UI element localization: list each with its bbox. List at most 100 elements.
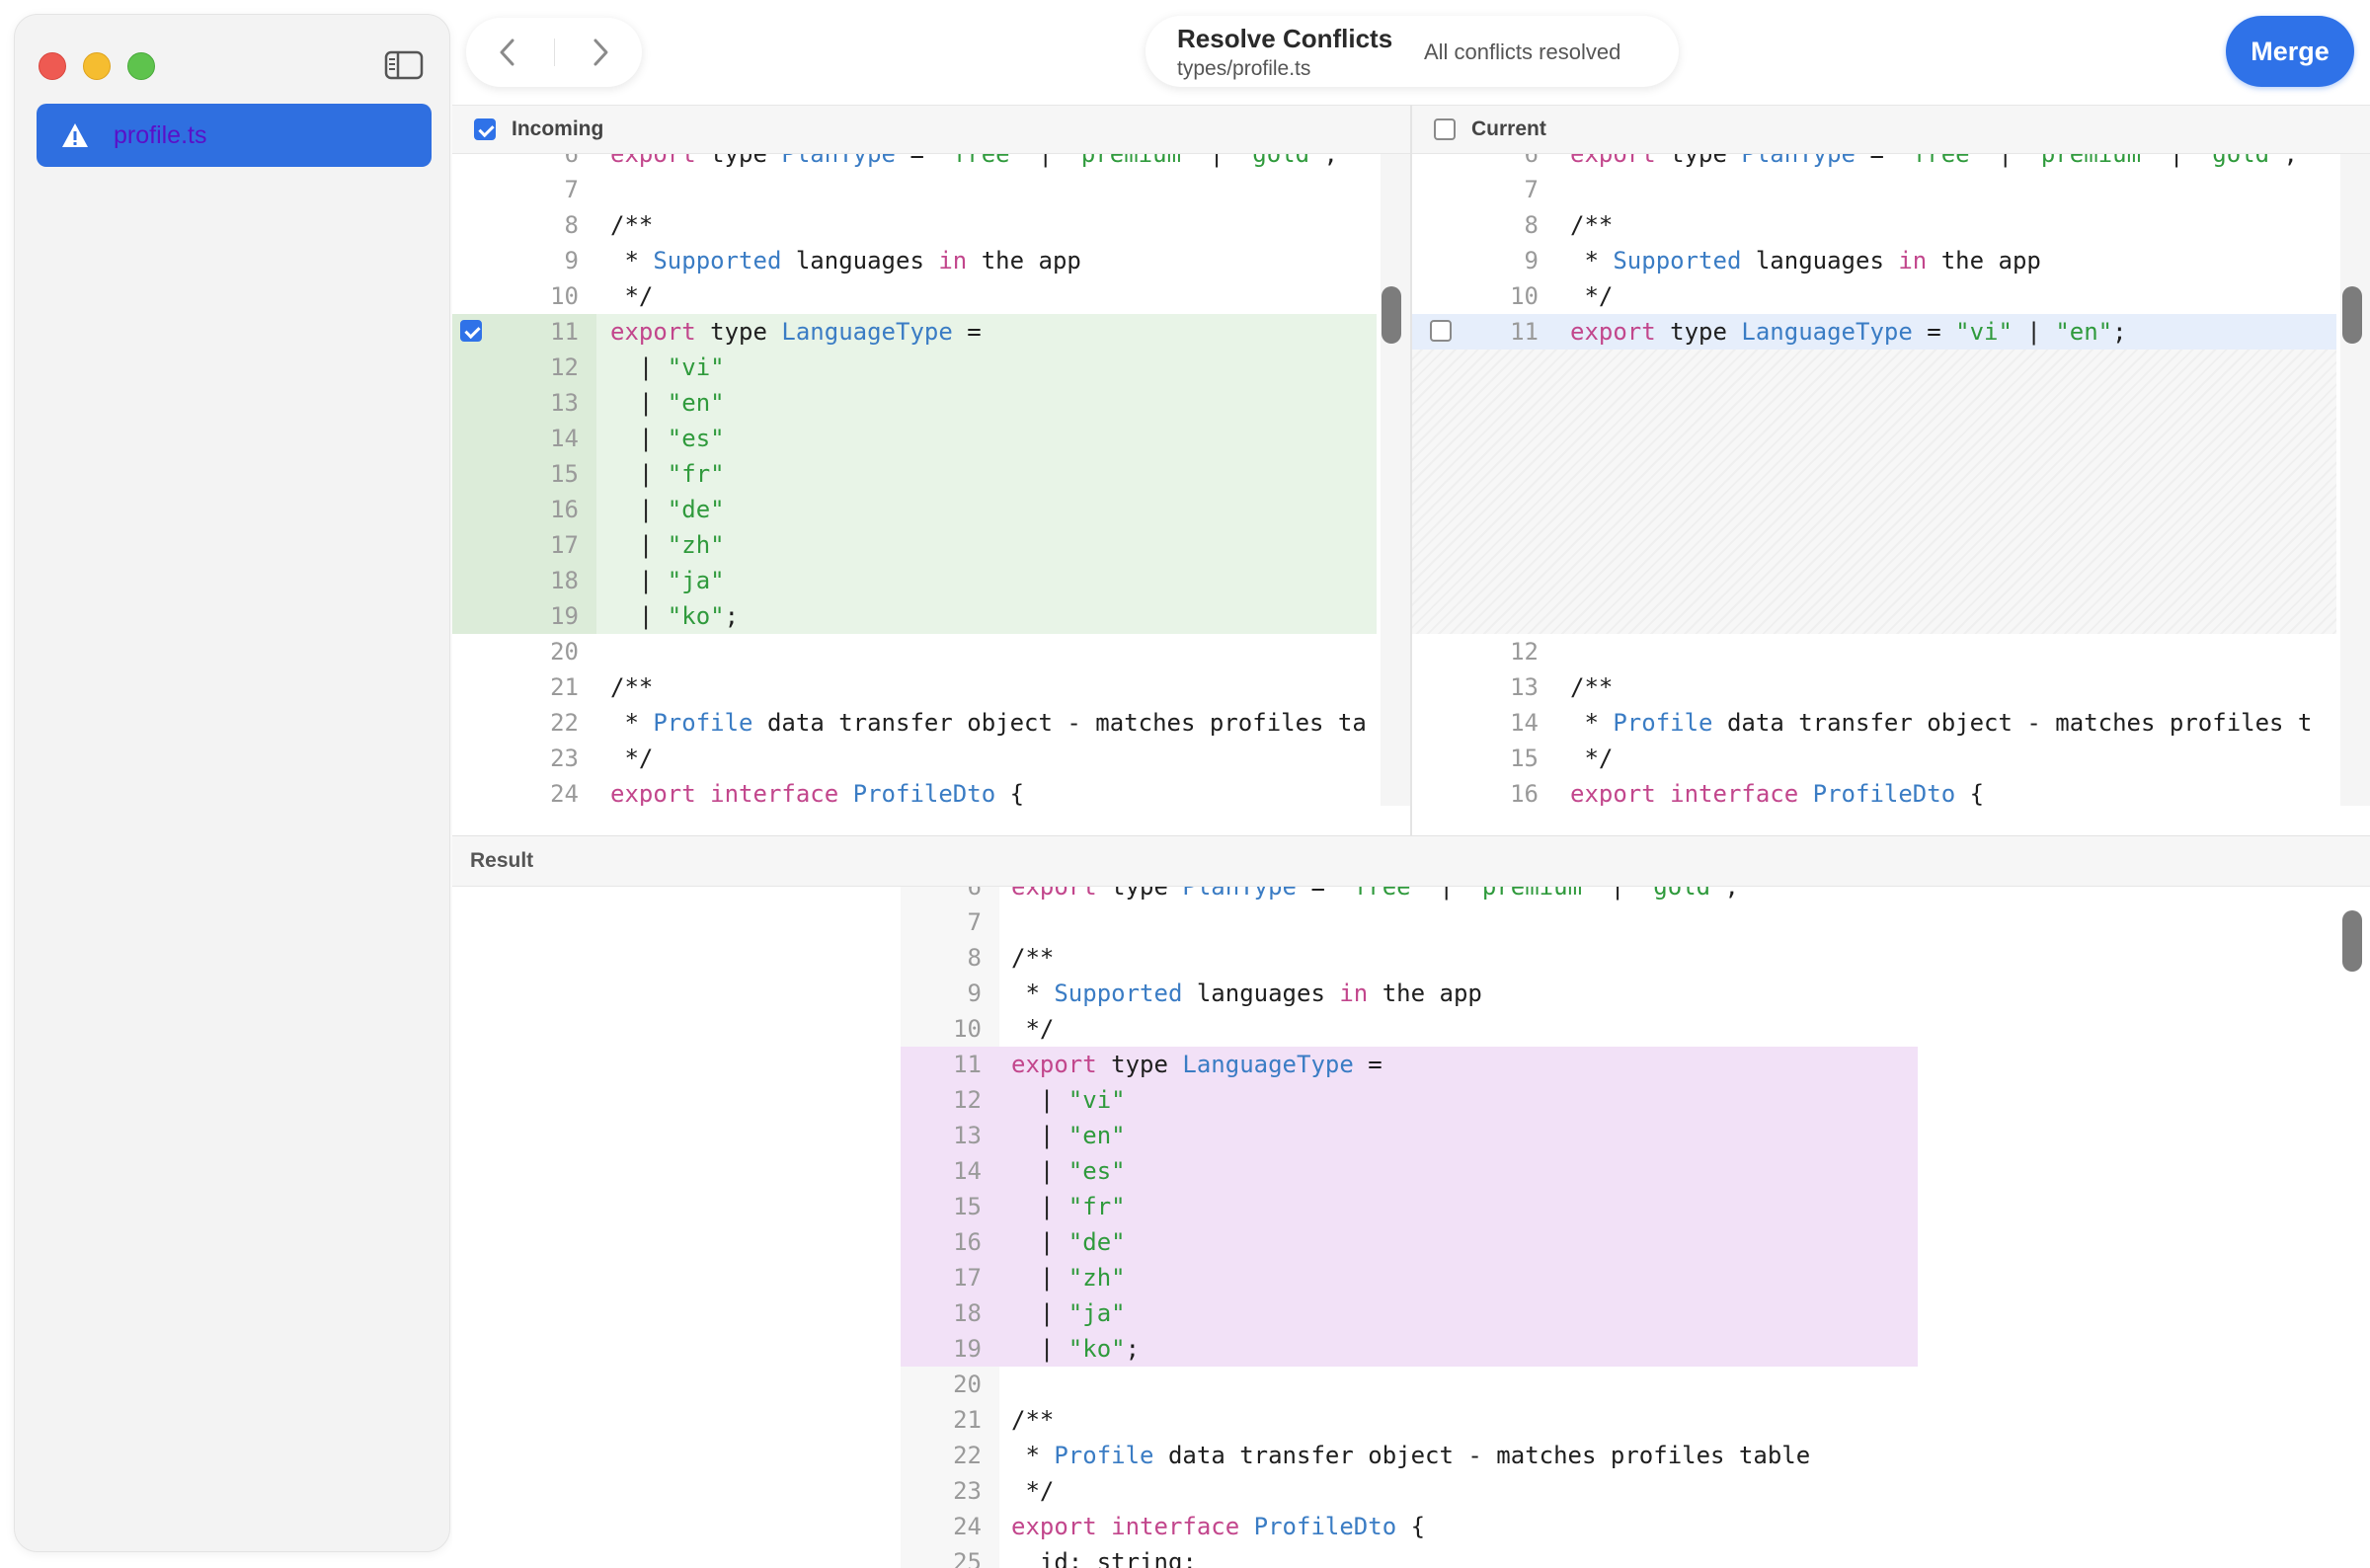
line-number: 8 (1524, 211, 1539, 239)
code-text: export interface ProfileDto { (1011, 1513, 1426, 1540)
code-line: 18 | "ja" (452, 563, 1410, 598)
line-number: 22 (953, 1442, 982, 1469)
current-empty-region (1412, 350, 2336, 634)
line-number: 9 (1524, 247, 1539, 274)
line-number: 14 (1510, 709, 1539, 737)
chevron-left-icon[interactable] (490, 33, 525, 72)
line-number: 6 (564, 154, 579, 168)
code-line: 10 */ (452, 1011, 2370, 1047)
code-line: 23 */ (452, 1473, 2370, 1509)
code-text: * Profile data transfer object - matches… (610, 709, 1367, 737)
line-number: 22 (550, 709, 579, 737)
code-text: | "en" (1011, 1122, 1126, 1149)
code-line: 12 | "vi" (452, 1082, 2370, 1118)
line-number: 11 (1510, 318, 1539, 346)
code-line: 13 /** (1412, 669, 2370, 705)
code-line: 9 * Supported languages in the app (452, 243, 1410, 278)
line-number: 10 (1510, 282, 1539, 310)
current-vscroll-thumb[interactable] (2342, 286, 2362, 344)
file-item-profile[interactable]: profile.ts (37, 104, 432, 167)
code-text: | "es" (1011, 1157, 1126, 1185)
code-text: */ (1570, 745, 1614, 772)
current-code[interactable]: 6 export type PlanType = "free" | "premiu… (1412, 154, 2370, 806)
zoom-window-button[interactable] (127, 52, 155, 80)
code-line: 8 /** (452, 940, 2370, 976)
code-text: */ (1011, 1477, 1055, 1505)
code-line: 12 | "vi" (452, 350, 1410, 385)
chevron-right-icon[interactable] (583, 33, 618, 72)
current-panel: Current 6 export type PlanType = "free" |… (1410, 105, 2370, 835)
line-number: 14 (550, 425, 579, 452)
code-line: 24 export interface ProfileDto { (452, 776, 1410, 806)
code-text: * Supported languages in the app (610, 247, 1081, 274)
result-label: Result (470, 849, 534, 872)
incoming-code[interactable]: 6 export type PlanType = "free" | "premiu… (452, 154, 1410, 806)
line-number: 12 (1510, 638, 1539, 666)
line-number: 8 (564, 211, 579, 239)
incoming-checkbox[interactable] (474, 118, 496, 140)
minimize-window-button[interactable] (83, 52, 111, 80)
code-text: export type LanguageType = (610, 318, 982, 346)
code-text: /** (1011, 944, 1055, 972)
code-line: 8 /** (452, 207, 1410, 243)
code-text: /** (610, 211, 654, 239)
close-window-button[interactable] (39, 52, 66, 80)
line-number: 7 (967, 908, 982, 936)
line-number: 24 (550, 780, 579, 806)
code-text: * Profile data transfer object - matches… (1570, 709, 2313, 737)
code-line: 22 * Profile data transfer object - matc… (452, 705, 1410, 741)
code-text: export type PlanType = "free" | "premium… (1570, 154, 2298, 168)
incoming-label: Incoming (512, 118, 604, 140)
nav-divider (553, 39, 555, 66)
warning-icon (60, 121, 90, 149)
code-text: | "zh" (610, 531, 725, 559)
code-line: 6 export type PlanType = "free" | "premiu… (452, 154, 1410, 172)
code-text: export interface ProfileDto { (610, 780, 1025, 806)
code-line: 15 */ (1412, 741, 2370, 776)
result-code[interactable]: 6 export type PlanType = "free" | "premiu… (452, 887, 2370, 1568)
line-number: 8 (967, 944, 982, 972)
line-number: 18 (550, 567, 579, 594)
line-number: 15 (1510, 745, 1539, 772)
line-number: 17 (550, 531, 579, 559)
code-line: 9 * Supported languages in the app (1412, 243, 2370, 278)
line-number: 6 (1524, 154, 1539, 168)
merge-button[interactable]: Merge (2226, 16, 2354, 87)
code-line: 24 export interface ProfileDto { (452, 1509, 2370, 1544)
code-text: | "zh" (1011, 1264, 1126, 1292)
line-number: 18 (953, 1299, 982, 1327)
incoming-vscroll-thumb[interactable] (1382, 286, 1401, 344)
incoming-vscroll-track (1381, 154, 1410, 806)
line-number: 13 (1510, 673, 1539, 701)
code-line: 6 export type PlanType = "free" | "premiu… (452, 887, 2370, 904)
code-text: * Supported languages in the app (1011, 980, 1482, 1007)
current-header: Current (1412, 105, 2370, 154)
code-line: 7 (452, 172, 1410, 207)
code-text: * Profile data transfer object - matches… (1011, 1442, 1811, 1469)
file-item-label: profile.ts (114, 120, 207, 149)
line-number: 12 (550, 353, 579, 381)
line-number: 6 (967, 887, 982, 901)
sidebar-toggle-icon[interactable] (384, 50, 424, 80)
line-number: 17 (953, 1264, 982, 1292)
code-line: 18 | "ja" (452, 1295, 2370, 1331)
code-line: 16 export interface ProfileDto { (1412, 776, 2370, 806)
current-checkbox[interactable] (1434, 118, 1456, 140)
code-text: id: string; (1011, 1548, 1197, 1568)
incoming-panel: Incoming 6 export type PlanType = "free" … (452, 105, 1410, 835)
code-line: 13 | "en" (452, 1118, 2370, 1153)
line-number: 24 (953, 1513, 982, 1540)
line-number: 21 (953, 1406, 982, 1434)
code-line: 7 (1412, 172, 2370, 207)
window-title: Resolve Conflicts (1177, 24, 1393, 53)
line-number: 7 (564, 176, 579, 203)
code-line: 10 */ (1412, 278, 2370, 314)
navigation-controls (466, 18, 642, 87)
line-number: 7 (1524, 176, 1539, 203)
code-line: 15 | "fr" (452, 456, 1410, 492)
code-line: 9 * Supported languages in the app (452, 976, 2370, 1011)
line-number: 23 (550, 745, 579, 772)
file-path: types/profile.ts (1177, 57, 1311, 80)
code-line: 11 export type LanguageType = "vi" | "en"… (1412, 314, 2370, 350)
line-number: 21 (550, 673, 579, 701)
